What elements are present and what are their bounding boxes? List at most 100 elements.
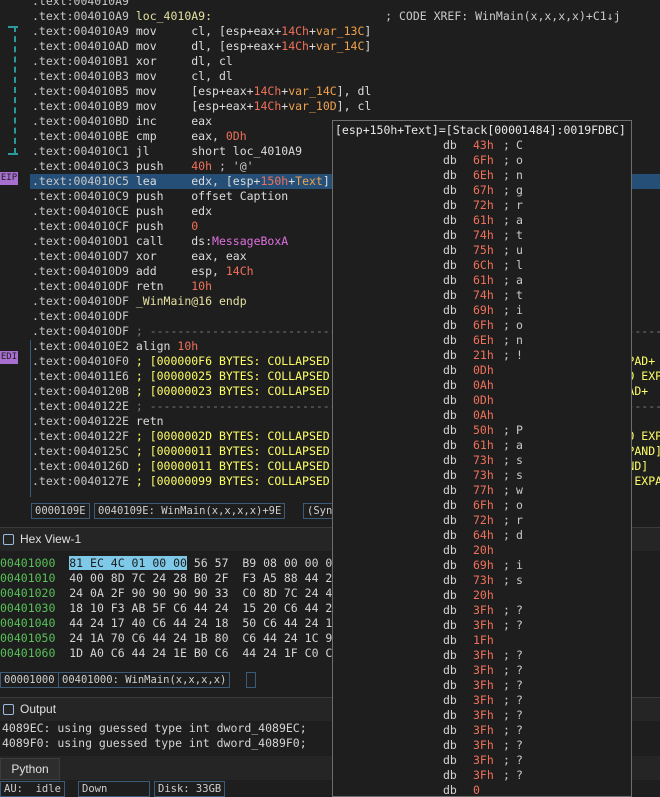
hint-row: db 74h; t — [333, 228, 631, 243]
disasm-line[interactable]: .text:004010D9 add esp, 14Ch — [32, 264, 254, 279]
hint-char: ? — [516, 678, 523, 692]
output-icon — [3, 704, 14, 715]
disasm-line[interactable]: .text:004010B3 mov cl, dl — [32, 69, 233, 84]
python-button[interactable]: Python — [0, 758, 60, 780]
hex-row[interactable]: 00401030 18 10 F3 AB 5F C6 44 24 15 20 C… — [0, 601, 332, 616]
disasm-line[interactable]: .text:004010C3 push 40h ; '@' — [32, 159, 254, 174]
hint-row: db 74h; t — [333, 288, 631, 303]
disasm-line[interactable]: .text:004010D7 xor eax, eax — [32, 249, 247, 264]
disasm-token: ; CODE XREF: WinMain(x,x,x,x)+C1↓j — [212, 9, 621, 23]
hint-char: s — [516, 468, 523, 482]
hint-row: db 3Fh;? — [333, 693, 631, 708]
hint-directive: db — [443, 378, 457, 392]
disasm-token: push — [128, 159, 192, 173]
hex-row[interactable]: 00401050 24 1A 70 C6 44 24 1B 80 C6 44 2… — [0, 631, 332, 646]
hint-directive: db — [443, 138, 457, 152]
hint-comment-mark: ; — [503, 618, 510, 632]
hex-row[interactable]: 00401020 24 0A 2F 90 90 90 90 33 C0 8D 7… — [0, 586, 332, 601]
disasm-line[interactable]: .text:004010A9 — [32, 0, 129, 9]
hint-byte-value: 69h — [473, 558, 494, 572]
hint-row: db 72h; r — [333, 198, 631, 213]
hint-directive: db — [443, 303, 457, 317]
disasm-token: cmp eax, — [128, 129, 226, 143]
hint-byte-value: 6Ch — [473, 258, 494, 272]
hex-row[interactable]: 00401010 40 00 8D 7C 24 28 B0 2F F3 A5 8… — [0, 571, 332, 586]
hint-byte-value: 61h — [473, 438, 494, 452]
disasm-line[interactable]: .text:004010CF push 0 — [32, 219, 198, 234]
hint-comment-mark: ; — [503, 603, 510, 617]
hint-directive: db — [443, 633, 457, 647]
disasm-token: Text — [295, 174, 323, 188]
disasm-line[interactable]: .text:004010B9 mov [esp+eax+14Ch+var_10D… — [32, 99, 371, 114]
hint-comment-mark: ; — [503, 438, 510, 452]
hint-row: db 50h; P — [333, 423, 631, 438]
disasm-line[interactable]: .text:004010B5 mov [esp+eax+14Ch+var_14C… — [32, 84, 371, 99]
disasm-line[interactable]: .text:004010CE push edx — [32, 204, 212, 219]
hint-comment-mark: ; — [503, 168, 510, 182]
disasm-location: 0040109E: WinMain(x,x,x,x)+9E — [94, 503, 286, 519]
hint-directive: db — [443, 348, 457, 362]
hint-char: i — [516, 558, 523, 572]
disasm-line[interactable]: .text:004010BD inc eax — [32, 114, 212, 129]
hint-row: db 20h — [333, 588, 631, 603]
loop-arrow — [8, 26, 16, 154]
hint-directive: db — [443, 753, 457, 767]
disasm-address: .text:004010DF — [32, 309, 129, 323]
disasm-address: .text:004010DF — [32, 294, 129, 308]
disasm-line[interactable]: .text:004010C5 lea edx, [esp+150h+Text] — [32, 174, 330, 189]
hint-directive: db — [443, 483, 457, 497]
disasm-address: .text:004010CF — [32, 219, 129, 233]
disasm-line[interactable]: .text:004010D1 call ds:MessageBoxA — [32, 234, 288, 249]
disasm-token: loc_4010A9: — [128, 9, 213, 23]
hint-row: db 3Fh;? — [333, 603, 631, 618]
disasm-line[interactable]: .text:004010DF _WinMain@16 endp — [32, 294, 247, 309]
disasm-address: .text:004010DF — [32, 324, 129, 338]
disasm-token: var_13C — [315, 24, 365, 38]
disasm-line[interactable]: .text:004010A9 loc_4010A9: ; CODE XREF: … — [32, 9, 621, 24]
hint-directive: db — [443, 588, 457, 602]
hint-directive: db — [443, 783, 457, 797]
disasm-address: .text:004010C1 — [32, 144, 129, 158]
hint-comment-mark: ; — [503, 498, 510, 512]
hex-row[interactable]: 00401000 81 EC 4C 01 00 00 56 57 B9 08 0… — [0, 556, 332, 571]
hex-row-address: 00401050 — [0, 631, 56, 645]
hint-comment-mark: ; — [503, 483, 510, 497]
disasm-token: lea edx, [esp+ — [128, 174, 261, 188]
disasm-line[interactable]: .text:004010B1 xor dl, cl — [32, 54, 233, 69]
hint-directive: db — [443, 258, 457, 272]
hex-row[interactable]: 00401040 44 24 17 40 C6 44 24 18 50 C6 4… — [0, 616, 332, 631]
hint-byte-value: 6Eh — [473, 168, 494, 182]
hex-row[interactable]: 00401060 1D A0 C6 44 24 1E B0 C6 44 24 1… — [0, 646, 332, 661]
hint-directive: db — [443, 363, 457, 377]
hint-comment-mark: ; — [503, 663, 510, 677]
hint-byte-value: 64h — [473, 528, 494, 542]
hint-char: o — [516, 498, 523, 512]
hint-row: db 61h; a — [333, 438, 631, 453]
hex-selection[interactable]: 81 EC 4C 01 00 00 — [69, 556, 187, 570]
disasm-token: 14Ch — [253, 99, 282, 113]
hint-row: db 6Fh; o — [333, 318, 631, 333]
disasm-address: .text:004010A9 — [32, 24, 129, 38]
hex-row-address: 00401010 — [0, 571, 56, 585]
disasm-line[interactable]: .text:004010DF — [32, 309, 129, 324]
hint-row: db 69h; i — [333, 303, 631, 318]
disasm-line[interactable]: .text:004010A9 mov cl, [esp+eax+14Ch+var… — [32, 24, 371, 39]
disasm-address: .text:004010B1 — [32, 54, 129, 68]
disasm-line[interactable]: .text:004010DF retn 10h — [32, 279, 212, 294]
hint-directive: db — [443, 468, 457, 482]
hint-char: a — [516, 438, 523, 452]
disasm-line[interactable]: .text:004010AD mov dl, [esp+eax+14Ch+var… — [32, 39, 371, 54]
hint-directive: db — [443, 213, 457, 227]
hint-char: r — [516, 513, 523, 527]
hex-row-address: 00401030 — [0, 601, 56, 615]
hint-directive: db — [443, 528, 457, 542]
hex-row-bytes: 44 24 17 40 C6 44 24 18 50 C6 44 24 1 — [69, 616, 333, 630]
hint-char: o — [516, 318, 523, 332]
hint-directive: db — [443, 183, 457, 197]
hint-row: db 6Fh; o — [333, 153, 631, 168]
disasm-line[interactable]: .text:004010C9 push offset Caption — [32, 189, 288, 204]
disasm-line[interactable]: .text:004010C1 jl short loc_4010A9 — [32, 144, 302, 159]
disasm-line[interactable]: .text:004010BE cmp eax, 0Dh — [32, 129, 247, 144]
disasm-token: add esp, — [128, 264, 226, 278]
disasm-address: .text:004010DF — [32, 279, 129, 293]
